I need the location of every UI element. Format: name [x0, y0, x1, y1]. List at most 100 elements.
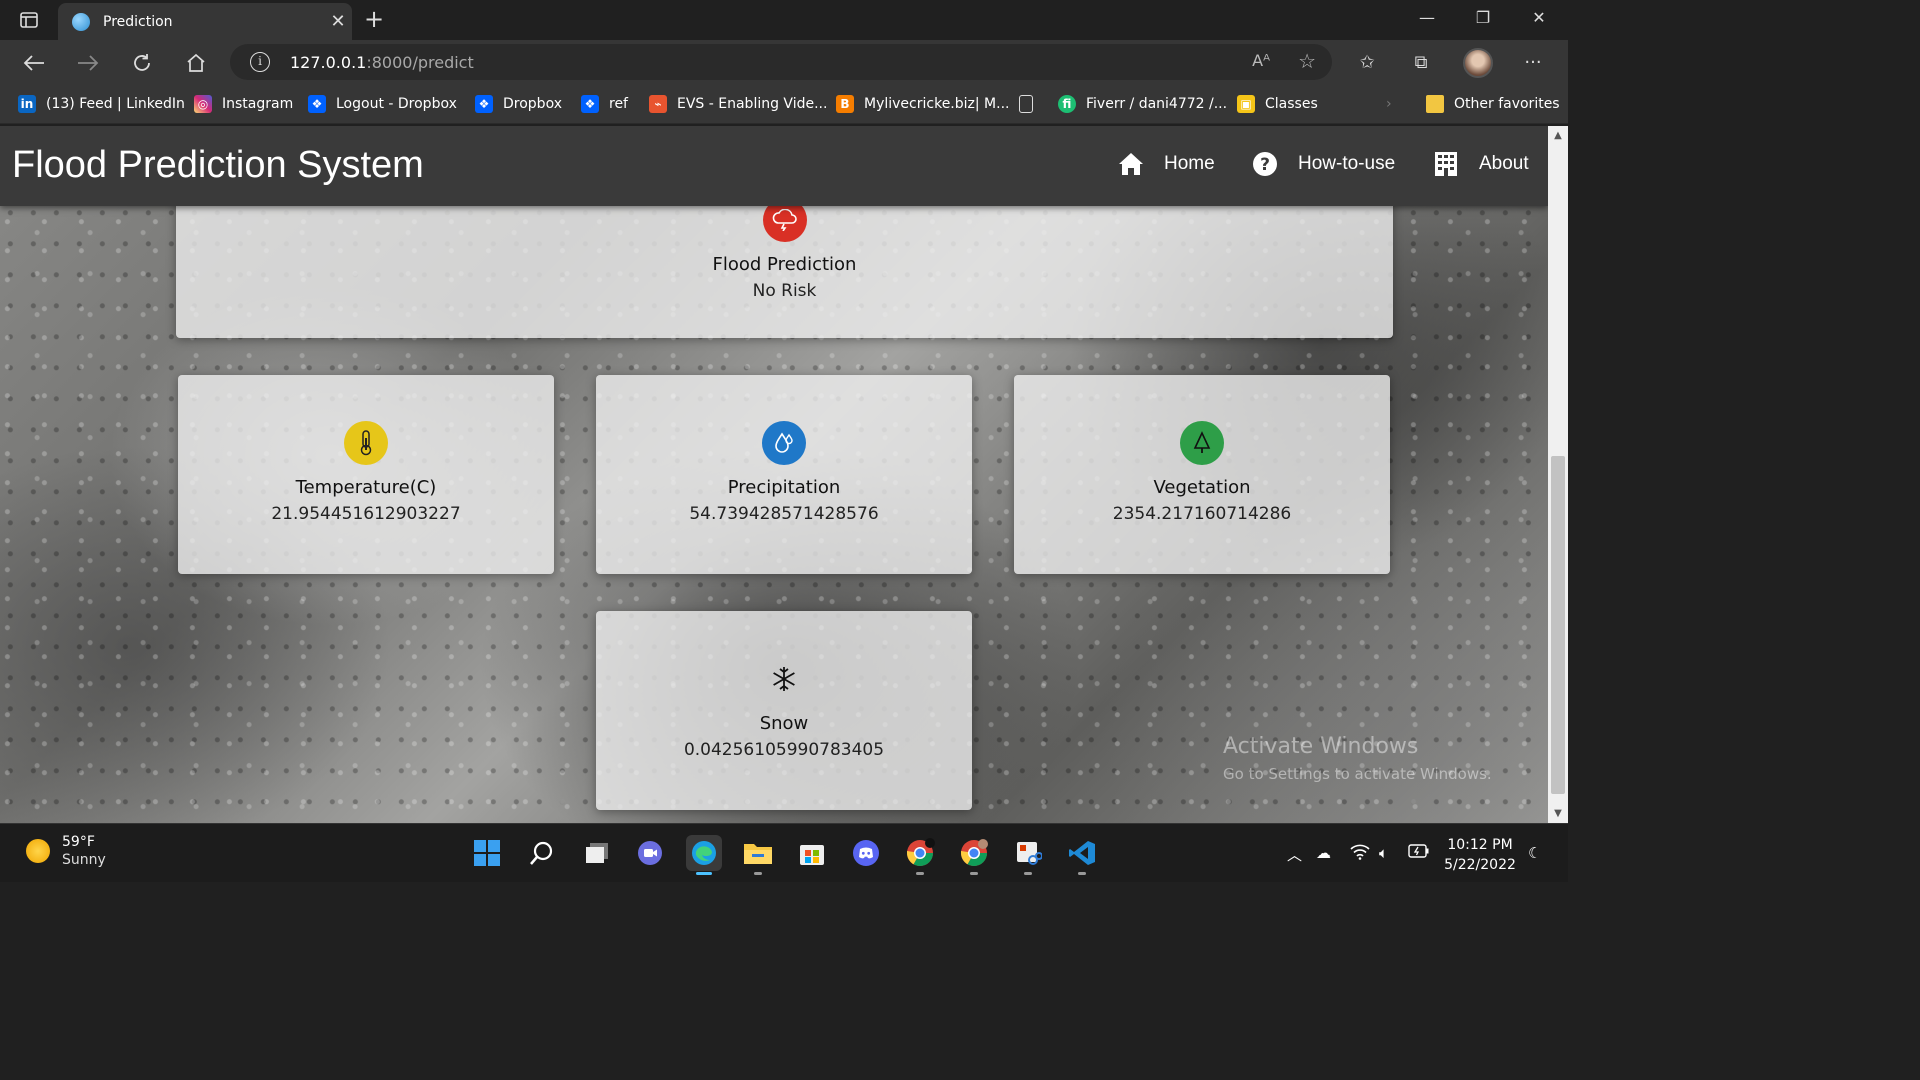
bookmark-label: Fiverr / dani4772 /... — [1086, 96, 1228, 112]
collections-icon[interactable]: ⧉ — [1409, 51, 1433, 75]
bookmark-evs[interactable]: ⌁ EVS - Enabling Vide... — [649, 94, 827, 114]
sun-icon — [26, 839, 50, 863]
scrollbar-thumb[interactable] — [1551, 456, 1565, 794]
page-scrollbar[interactable]: ▲ ▼ — [1548, 126, 1568, 823]
tab-title: Prediction — [103, 13, 173, 30]
weather-widget[interactable]: 59°F Sunny — [26, 834, 106, 868]
vegetation-value: 2354.217160714286 — [1112, 504, 1292, 524]
nav-home-label: Home — [1164, 153, 1215, 174]
site-brand[interactable]: Flood Prediction System — [12, 144, 424, 187]
moon-icon[interactable]: ☾ — [1528, 844, 1541, 862]
minimize-icon[interactable]: — — [1407, 8, 1447, 27]
vscode-icon[interactable] — [1064, 835, 1100, 875]
water-drop-icon — [762, 421, 806, 465]
start-icon[interactable] — [469, 835, 505, 871]
new-tab-button[interactable]: + — [360, 6, 388, 34]
watermark-title: Activate Windows — [1223, 734, 1419, 759]
precipitation-title: Precipitation — [727, 477, 841, 498]
read-aloud-icon[interactable]: Aᴬ — [1252, 51, 1270, 70]
battery-icon[interactable] — [1408, 844, 1430, 862]
profile-avatar[interactable] — [1463, 48, 1493, 78]
bookmark-fiverr[interactable]: fi Fiverr / dani4772 /... — [1058, 94, 1227, 114]
bookmark-label: Logout - Dropbox — [336, 96, 457, 112]
restore-icon[interactable]: ❐ — [1463, 8, 1503, 27]
watermark-subtitle: Go to Settings to activate Windows. — [1223, 765, 1492, 783]
volume-icon[interactable]: 🔈︎ — [1379, 844, 1388, 862]
scroll-up-icon[interactable]: ▲ — [1548, 130, 1568, 141]
add-favorite-icon[interactable]: ☆ — [1298, 49, 1316, 73]
bookmark-label: ref — [609, 96, 628, 112]
discord-icon[interactable] — [848, 835, 884, 871]
url-field[interactable]: i 127.0.0.1:8000/predict Aᴬ ☆ — [230, 44, 1332, 80]
bookmark-ref[interactable]: ❖ ref — [581, 94, 628, 114]
globe-icon — [72, 12, 90, 31]
bookmark-instagram[interactable]: ◎ Instagram — [194, 94, 293, 114]
running-indicator — [970, 872, 978, 875]
home-browser-icon[interactable] — [183, 50, 209, 76]
nav-about[interactable]: About — [1433, 151, 1529, 177]
refresh-icon[interactable] — [129, 50, 155, 76]
precipitation-card: Precipitation 54.739428571428576 — [596, 375, 972, 574]
other-favorites[interactable]: Other favorites — [1426, 94, 1560, 114]
other-favorites-label: Other favorites — [1454, 96, 1560, 112]
edge-icon[interactable] — [686, 835, 722, 875]
search-icon[interactable] — [524, 835, 560, 871]
temperature-title: Temperature(C) — [295, 477, 437, 498]
snow-value: 0.04256105990783405 — [683, 740, 885, 760]
back-icon[interactable] — [21, 50, 47, 76]
snow-card: Snow 0.04256105990783405 — [596, 611, 972, 810]
more-icon[interactable]: ··· — [1521, 51, 1545, 75]
chrome-profile-icon[interactable] — [956, 835, 992, 875]
scroll-down-icon[interactable]: ▼ — [1548, 808, 1568, 819]
bookmark-logout-dropbox[interactable]: ❖ Logout - Dropbox — [308, 94, 457, 114]
store-icon[interactable] — [794, 835, 830, 871]
file-explorer-icon[interactable] — [740, 835, 776, 875]
system-clock[interactable]: 10:12 PM 5/22/2022 — [1440, 835, 1520, 875]
wifi-icon[interactable] — [1350, 844, 1370, 864]
chat-icon[interactable] — [632, 835, 668, 871]
onedrive-icon[interactable]: ☁ — [1316, 844, 1331, 862]
temperature-card: Temperature(C) 21.954451612903227 — [178, 375, 554, 574]
blogger-icon: B — [836, 95, 854, 113]
nav-about-label: About — [1479, 153, 1529, 174]
snipping-tool-icon[interactable] — [1010, 835, 1046, 875]
instagram-icon: ◎ — [194, 95, 212, 113]
browser-tab-bar: Prediction ✕ + — ❐ ✕ — [0, 0, 1568, 40]
tray-overflow-icon[interactable]: ︿ — [1287, 844, 1302, 865]
thermometer-icon — [344, 421, 388, 465]
tab-actions-icon[interactable] — [14, 9, 44, 31]
bookmark-label: Classes — [1265, 96, 1318, 112]
question-icon: ? — [1252, 151, 1278, 177]
activate-windows-watermark: Activate Windows Go to Settings to activ… — [1223, 734, 1492, 783]
url-host: 127.0.0.1 — [290, 52, 367, 72]
bookmark-blank-page[interactable] — [1019, 94, 1043, 114]
task-view-icon[interactable] — [579, 835, 615, 871]
windows-taskbar: 59°F Sunny ︿ ☁ 🔈︎ 10:12 PM 5/22/2022 ☾ — [0, 823, 1568, 882]
vegetation-card: Vegetation 2354.217160714286 — [1014, 375, 1390, 574]
favorites-icon[interactable]: ✩ — [1355, 51, 1379, 75]
bookmark-classes[interactable]: ▣ Classes — [1237, 94, 1318, 114]
folder-icon — [1426, 95, 1444, 113]
bookmark-dropbox[interactable]: ❖ Dropbox — [475, 94, 562, 114]
close-window-icon[interactable]: ✕ — [1519, 8, 1559, 27]
bookmark-label: Mylivecricke.biz| M... — [864, 96, 1010, 112]
close-tab-icon[interactable]: ✕ — [324, 11, 352, 32]
weather-temp: 59°F — [62, 834, 95, 850]
nav-how-to-use[interactable]: ? How-to-use — [1252, 151, 1395, 177]
svg-text:?: ? — [1260, 155, 1270, 175]
bookmark-linkedin[interactable]: in (13) Feed | LinkedIn — [18, 94, 185, 114]
prediction-title: Flood Prediction — [712, 254, 857, 275]
snowflake-icon — [762, 657, 806, 701]
nav-home[interactable]: Home — [1118, 151, 1215, 177]
bookmarks-overflow-icon[interactable]: › — [1386, 94, 1392, 114]
site-info-icon[interactable]: i — [250, 52, 270, 72]
dropbox-icon: ❖ — [475, 95, 493, 113]
bookmark-mylivecricket[interactable]: B Mylivecricke.biz| M... — [836, 94, 1009, 114]
browser-tab[interactable]: Prediction ✕ — [58, 3, 352, 40]
chrome-icon[interactable] — [902, 835, 938, 875]
precipitation-value: 54.739428571428576 — [689, 504, 879, 524]
forward-icon[interactable] — [75, 50, 101, 76]
active-indicator — [696, 872, 712, 875]
dropbox-icon: ❖ — [308, 95, 326, 113]
building-icon — [1433, 151, 1459, 177]
